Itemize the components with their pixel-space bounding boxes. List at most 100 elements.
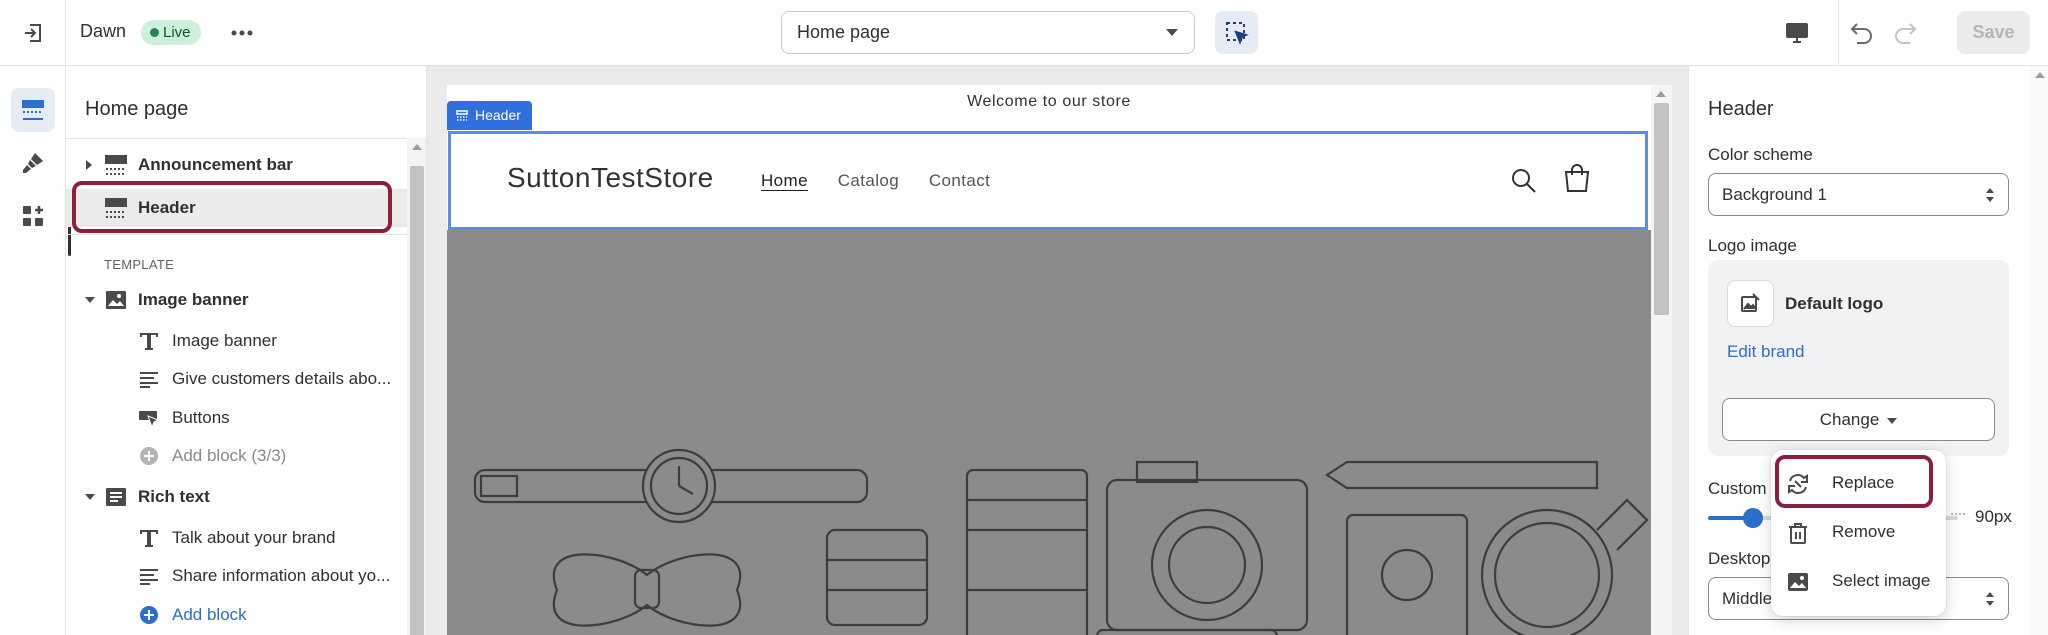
sidebar-title: Home page [85,98,189,120]
more-actions-button[interactable] [224,16,260,50]
page-selector[interactable]: Home page [781,11,1195,54]
store-logo-text[interactable]: SuttonTestStore [507,162,714,194]
block-label: Give customers details abo... [172,369,392,388]
block-label: Add block (3/3) [172,446,287,465]
logo-name: Default logo [1785,294,1884,313]
image-replace-icon [1740,292,1760,312]
menu-item-label: Remove [1832,522,1896,541]
desktop-position-value: Middle [1722,589,1773,608]
nav-link-home[interactable]: Home [761,171,808,190]
scroll-up-icon [412,144,422,150]
header-tag-label: Header [475,107,521,123]
caret-down-icon [1887,417,1898,424]
nav-link-catalog[interactable]: Catalog [838,171,899,190]
section-rich-text[interactable]: Rich text [66,478,407,516]
logo-image-label: Logo image [1708,236,1797,255]
template-group-label: TEMPLATE [104,257,175,272]
add-block-disabled-button[interactable]: Add block (3/3) [66,437,407,475]
settings-scrollbar[interactable] [2030,66,2048,635]
save-button[interactable]: Save [1957,11,2030,54]
select-cursor-icon [1225,21,1249,45]
image-icon [1788,573,1808,591]
scrollbar-thumb[interactable] [1654,103,1669,315]
more-horizontal-icon [231,30,253,36]
image-banner-preview[interactable] [447,230,1651,635]
slider-track-dash [1951,513,1965,522]
desktop-icon [1786,23,1808,43]
block-give-customers[interactable]: Give customers details abo... [66,360,407,398]
store-header-preview[interactable]: SuttonTestStore Home Catalog Contact [448,131,1648,230]
chevron-down-icon [85,297,95,303]
left-icon-rail [0,66,66,635]
header-highlight-annotation [72,181,392,233]
divider [66,138,407,139]
plus-circle-icon [140,447,158,465]
scrollbar-thumb[interactable] [410,166,424,635]
button-cursor-icon [139,411,160,428]
chevron-down-icon [1166,29,1178,36]
block-buttons[interactable]: Buttons [66,399,407,437]
page-selector-value: Home page [797,22,891,42]
select-arrows-icon [1986,188,1994,202]
announcement-text: Welcome to our store [967,93,1131,110]
select-arrows-icon [1986,592,1994,606]
paint-brush-icon [23,153,43,173]
illustration-image [473,448,1649,635]
menu-item-select-image[interactable]: Select image [1771,558,1946,604]
section-icon [456,110,468,121]
text-icon [140,333,158,350]
search-icon[interactable] [1511,168,1537,194]
redo-button[interactable] [1886,15,1924,51]
edit-brand-link[interactable]: Edit brand [1727,342,1805,362]
nav-link-contact[interactable]: Contact [929,171,990,190]
chevron-down-icon [85,494,95,500]
menu-item-remove[interactable]: Remove [1771,509,1946,555]
chevron-right-icon [86,160,92,170]
logo-width-label: Custom [1708,479,1767,498]
trash-icon [1789,523,1807,544]
rich-text-icon [106,488,126,506]
paragraph-icon [140,372,158,388]
change-button[interactable]: Change [1722,398,1995,441]
settings-title: Header [1708,98,1774,120]
paragraph-icon [140,569,158,585]
inspector-toggle-button[interactable] [1215,11,1258,54]
redo-icon [1895,23,1917,44]
apps-icon [23,206,43,226]
sidebar-scrollbar[interactable] [407,138,426,635]
device-preview-button[interactable] [1778,15,1816,51]
section-image-banner[interactable]: Image banner [66,281,407,319]
exit-button[interactable] [0,0,66,66]
divider [66,234,407,235]
section-label: Announcement bar [138,155,293,174]
text-icon [140,530,158,547]
block-share-information[interactable]: Share information about yo... [66,557,407,595]
section-announcement-bar[interactable]: Announcement bar [66,146,407,184]
block-label: Add block [172,605,247,624]
image-icon [106,291,126,309]
apps-nav-button[interactable] [11,194,55,238]
block-label: Share information about yo... [172,566,391,585]
block-talk-about-brand[interactable]: Talk about your brand [66,519,407,557]
add-block-button[interactable]: Add block [66,596,407,634]
cart-icon[interactable] [1563,164,1591,194]
block-image-banner[interactable]: Image banner [66,322,407,360]
theme-settings-nav-button[interactable] [11,141,55,185]
scroll-up-icon [1656,91,1666,97]
plus-circle-icon [140,606,158,624]
color-scheme-select[interactable]: Background 1 [1708,173,2009,216]
theme-name: Dawn [80,21,127,41]
logo-image-card: Default logo Edit brand Change [1708,260,2009,456]
color-scheme-value: Background 1 [1722,185,1827,204]
sections-icon [22,100,44,120]
sections-nav-button[interactable] [11,88,55,132]
store-preview-frame[interactable]: Welcome to our store SuttonTestStore Hom… [447,85,1651,635]
scroll-up-icon [2035,72,2045,78]
slider-handle[interactable] [1743,508,1763,528]
exit-icon [24,24,41,42]
menu-item-label: Select image [1832,571,1931,590]
header-section-tag[interactable]: Header [447,101,532,130]
preview-scrollbar[interactable] [1651,85,1672,635]
undo-button[interactable] [1843,15,1881,51]
change-label: Change [1819,410,1880,429]
